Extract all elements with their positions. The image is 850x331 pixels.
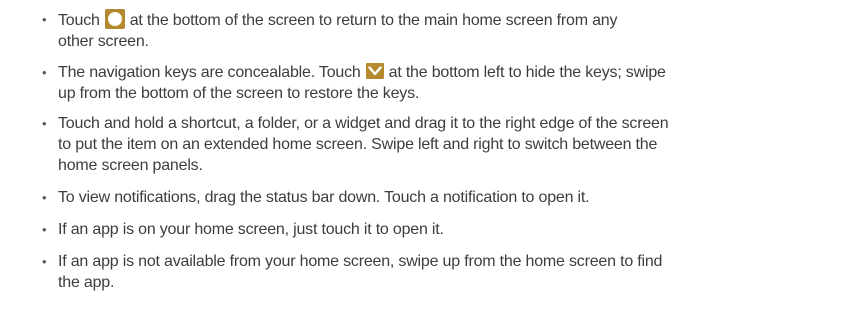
list-item-text: Touch and hold a shortcut, a folder, or …: [58, 115, 669, 132]
list-item-text: the app.: [58, 274, 115, 291]
chevron-down-icon: [365, 63, 384, 79]
list-item-text: To view notifications, drag the status b…: [58, 189, 590, 206]
list-item-text: The navigation keys are concealable. Tou…: [58, 64, 361, 81]
list-item-text: If an app is not available from your hom…: [58, 253, 663, 270]
list-item-open-app: • If an app is on your home screen, just…: [42, 219, 832, 240]
list-item-navigation-keys: • The navigation keys are concealable. T…: [42, 62, 832, 104]
list-item-text: at the bottom left to hide the keys; swi…: [388, 64, 666, 81]
instruction-list: • Touch at the bottom of the screen to re…: [0, 0, 850, 331]
list-item-text: Touch: [58, 12, 100, 29]
list-item-text: up from the bottom of the screen to rest…: [58, 85, 420, 102]
list-item-text: home screen panels.: [58, 157, 203, 174]
list-item-text: at the bottom of the screen to return to…: [129, 12, 618, 29]
bullet: •: [42, 65, 47, 80]
list-item-notifications: • To view notifications, drag the status…: [42, 187, 832, 208]
list-item-text: to put the item on an extended home scre…: [58, 136, 658, 153]
bullet: •: [42, 222, 47, 237]
list-item-line: The navigation keys are concealable. Tou…: [58, 62, 832, 83]
bullet: •: [42, 12, 47, 27]
list-item-text: other screen.: [58, 33, 149, 50]
list-item-line: Touch at the bottom of the screen to retu…: [58, 9, 832, 31]
list-item-find-app: • If an app is not available from your h…: [42, 251, 832, 293]
bullet: •: [42, 190, 47, 205]
list-item-return-home: • Touch at the bottom of the screen to re…: [42, 9, 832, 52]
bullet: •: [42, 116, 47, 131]
list-item-extended-home: • Touch and hold a shortcut, a folder, o…: [42, 113, 832, 176]
bullet: •: [42, 254, 47, 269]
home-circle-icon: [104, 9, 125, 29]
list-item-text: If an app is on your home screen, just t…: [58, 221, 444, 238]
